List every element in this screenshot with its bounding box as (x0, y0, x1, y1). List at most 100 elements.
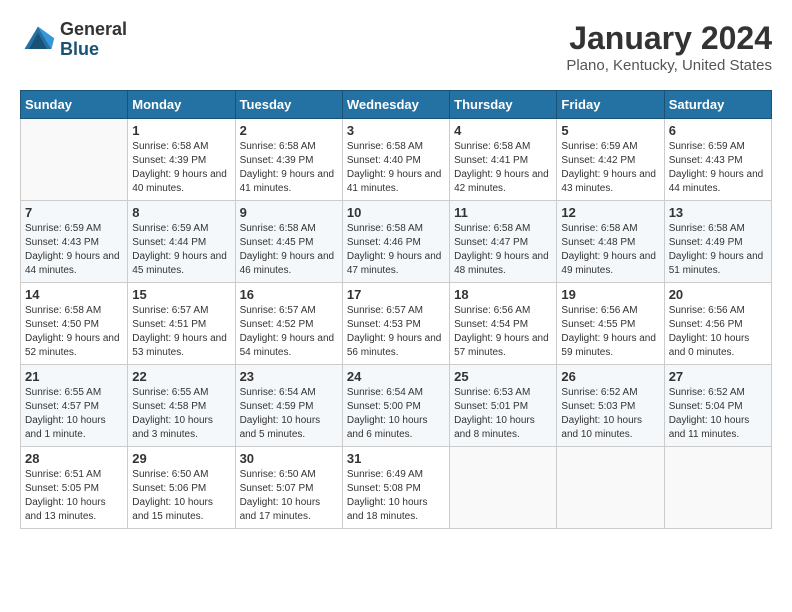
day-number: 13 (669, 205, 767, 220)
day-number: 12 (561, 205, 659, 220)
weekday-header-tuesday: Tuesday (235, 91, 342, 119)
title-block: January 2024 Plano, Kentucky, United Sta… (566, 20, 772, 74)
day-info: Sunrise: 6:50 AM Sunset: 5:07 PM Dayligh… (240, 468, 338, 524)
day-info: Sunrise: 6:51 AM Sunset: 5:05 PM Dayligh… (25, 468, 123, 524)
calendar-cell: 25 Sunrise: 6:53 AM Sunset: 5:01 PM Dayli… (450, 365, 557, 447)
calendar-cell: 20 Sunrise: 6:56 AM Sunset: 4:56 PM Dayli… (664, 283, 771, 365)
day-info: Sunrise: 6:54 AM Sunset: 4:59 PM Dayligh… (240, 386, 338, 442)
calendar-week-row: 28Sunrise: 6:51 AM Sunset: 5:05 PM Dayli… (21, 447, 772, 529)
calendar-header-row: SundayMondayTuesdayWednesdayThursdayFrid… (21, 91, 772, 119)
weekday-header-saturday: Saturday (664, 91, 771, 119)
day-info: Sunrise: 6:58 AM Sunset: 4:49 PM Dayligh… (669, 222, 767, 278)
day-info: Sunrise: 6:56 AM Sunset: 4:56 PM Dayligh… (669, 304, 767, 360)
calendar-cell: 23 Sunrise: 6:54 AM Sunset: 4:59 PM Dayli… (235, 365, 342, 447)
day-number: 3 (347, 123, 445, 138)
day-number: 1 (132, 123, 230, 138)
weekday-header-wednesday: Wednesday (342, 91, 449, 119)
day-info: Sunrise: 6:58 AM Sunset: 4:45 PM Dayligh… (240, 222, 338, 278)
day-number: 18 (454, 287, 552, 302)
location-text: Plano, Kentucky, United States (566, 57, 772, 74)
day-number: 24 (347, 369, 445, 384)
day-number: 30 (240, 451, 338, 466)
logo-blue-text: Blue (60, 40, 127, 60)
calendar-cell: 30 Sunrise: 6:50 AM Sunset: 5:07 PM Dayli… (235, 447, 342, 529)
calendar-cell: 18 Sunrise: 6:56 AM Sunset: 4:54 PM Dayli… (450, 283, 557, 365)
day-info: Sunrise: 6:56 AM Sunset: 4:55 PM Dayligh… (561, 304, 659, 360)
calendar-cell: 4 Sunrise: 6:58 AM Sunset: 4:41 PM Daylig… (450, 119, 557, 201)
day-number: 29 (132, 451, 230, 466)
calendar-week-row: 14Sunrise: 6:58 AM Sunset: 4:50 PM Dayli… (21, 283, 772, 365)
calendar-cell: 16Sunrise: 6:57 AM Sunset: 4:52 PM Dayli… (235, 283, 342, 365)
calendar-cell: 14Sunrise: 6:58 AM Sunset: 4:50 PM Dayli… (21, 283, 128, 365)
calendar-cell: 17Sunrise: 6:57 AM Sunset: 4:53 PM Dayli… (342, 283, 449, 365)
day-number: 19 (561, 287, 659, 302)
day-info: Sunrise: 6:58 AM Sunset: 4:39 PM Dayligh… (240, 140, 338, 196)
day-number: 22 (132, 369, 230, 384)
day-number: 23 (240, 369, 338, 384)
calendar-cell: 26 Sunrise: 6:52 AM Sunset: 5:03 PM Dayli… (557, 365, 664, 447)
calendar-cell: 28Sunrise: 6:51 AM Sunset: 5:05 PM Dayli… (21, 447, 128, 529)
calendar-table: SundayMondayTuesdayWednesdayThursdayFrid… (20, 90, 772, 529)
calendar-cell: 9 Sunrise: 6:58 AM Sunset: 4:45 PM Daylig… (235, 201, 342, 283)
day-number: 20 (669, 287, 767, 302)
day-number: 7 (25, 205, 123, 220)
calendar-week-row: 21 Sunrise: 6:55 AM Sunset: 4:57 PM Dayli… (21, 365, 772, 447)
day-number: 9 (240, 205, 338, 220)
month-title: January 2024 (566, 20, 772, 57)
calendar-cell: 6 Sunrise: 6:59 AM Sunset: 4:43 PM Daylig… (664, 119, 771, 201)
logo-icon (20, 22, 56, 58)
day-info: Sunrise: 6:59 AM Sunset: 4:42 PM Dayligh… (561, 140, 659, 196)
calendar-cell (557, 447, 664, 529)
day-number: 25 (454, 369, 552, 384)
logo-general-text: General (60, 20, 127, 40)
day-info: Sunrise: 6:57 AM Sunset: 4:52 PM Dayligh… (240, 304, 338, 360)
calendar-cell: 10Sunrise: 6:58 AM Sunset: 4:46 PM Dayli… (342, 201, 449, 283)
day-info: Sunrise: 6:52 AM Sunset: 5:04 PM Dayligh… (669, 386, 767, 442)
day-info: Sunrise: 6:59 AM Sunset: 4:43 PM Dayligh… (25, 222, 123, 278)
calendar-cell: 21 Sunrise: 6:55 AM Sunset: 4:57 PM Dayli… (21, 365, 128, 447)
day-number: 31 (347, 451, 445, 466)
day-info: Sunrise: 6:50 AM Sunset: 5:06 PM Dayligh… (132, 468, 230, 524)
day-info: Sunrise: 6:53 AM Sunset: 5:01 PM Dayligh… (454, 386, 552, 442)
calendar-cell: 11Sunrise: 6:58 AM Sunset: 4:47 PM Dayli… (450, 201, 557, 283)
day-number: 26 (561, 369, 659, 384)
calendar-cell: 15Sunrise: 6:57 AM Sunset: 4:51 PM Dayli… (128, 283, 235, 365)
calendar-cell: 31Sunrise: 6:49 AM Sunset: 5:08 PM Dayli… (342, 447, 449, 529)
day-info: Sunrise: 6:59 AM Sunset: 4:43 PM Dayligh… (669, 140, 767, 196)
day-number: 6 (669, 123, 767, 138)
weekday-header-monday: Monday (128, 91, 235, 119)
day-info: Sunrise: 6:54 AM Sunset: 5:00 PM Dayligh… (347, 386, 445, 442)
calendar-cell (664, 447, 771, 529)
day-number: 8 (132, 205, 230, 220)
day-number: 11 (454, 205, 552, 220)
calendar-cell: 1Sunrise: 6:58 AM Sunset: 4:39 PM Daylig… (128, 119, 235, 201)
day-number: 27 (669, 369, 767, 384)
day-info: Sunrise: 6:58 AM Sunset: 4:46 PM Dayligh… (347, 222, 445, 278)
calendar-cell: 19 Sunrise: 6:56 AM Sunset: 4:55 PM Dayli… (557, 283, 664, 365)
calendar-cell: 22Sunrise: 6:55 AM Sunset: 4:58 PM Dayli… (128, 365, 235, 447)
day-number: 4 (454, 123, 552, 138)
day-number: 2 (240, 123, 338, 138)
day-info: Sunrise: 6:58 AM Sunset: 4:40 PM Dayligh… (347, 140, 445, 196)
day-info: Sunrise: 6:52 AM Sunset: 5:03 PM Dayligh… (561, 386, 659, 442)
day-info: Sunrise: 6:59 AM Sunset: 4:44 PM Dayligh… (132, 222, 230, 278)
calendar-cell: 13 Sunrise: 6:58 AM Sunset: 4:49 PM Dayli… (664, 201, 771, 283)
calendar-cell: 2 Sunrise: 6:58 AM Sunset: 4:39 PM Daylig… (235, 119, 342, 201)
calendar-cell: 3 Sunrise: 6:58 AM Sunset: 4:40 PM Daylig… (342, 119, 449, 201)
calendar-cell: 27 Sunrise: 6:52 AM Sunset: 5:04 PM Dayli… (664, 365, 771, 447)
weekday-header-thursday: Thursday (450, 91, 557, 119)
calendar-cell: 5Sunrise: 6:59 AM Sunset: 4:42 PM Daylig… (557, 119, 664, 201)
calendar-cell: 29 Sunrise: 6:50 AM Sunset: 5:06 PM Dayli… (128, 447, 235, 529)
day-info: Sunrise: 6:57 AM Sunset: 4:53 PM Dayligh… (347, 304, 445, 360)
calendar-cell: 12Sunrise: 6:58 AM Sunset: 4:48 PM Dayli… (557, 201, 664, 283)
calendar-cell: 7 Sunrise: 6:59 AM Sunset: 4:43 PM Daylig… (21, 201, 128, 283)
day-info: Sunrise: 6:57 AM Sunset: 4:51 PM Dayligh… (132, 304, 230, 360)
calendar-week-row: 1 Sunrise: 6:58 AM Sunset: 4:39 PM Daylig… (21, 119, 772, 201)
calendar-cell (450, 447, 557, 529)
calendar-cell: 24 Sunrise: 6:54 AM Sunset: 5:00 PM Dayli… (342, 365, 449, 447)
day-info: Sunrise: 6:55 AM Sunset: 4:57 PM Dayligh… (25, 386, 123, 442)
day-info: Sunrise: 6:58 AM Sunset: 4:41 PM Dayligh… (454, 140, 552, 196)
day-info: Sunrise: 6:56 AM Sunset: 4:54 PM Dayligh… (454, 304, 552, 360)
day-number: 21 (25, 369, 123, 384)
calendar-week-row: 7 Sunrise: 6:59 AM Sunset: 4:43 PM Daylig… (21, 201, 772, 283)
